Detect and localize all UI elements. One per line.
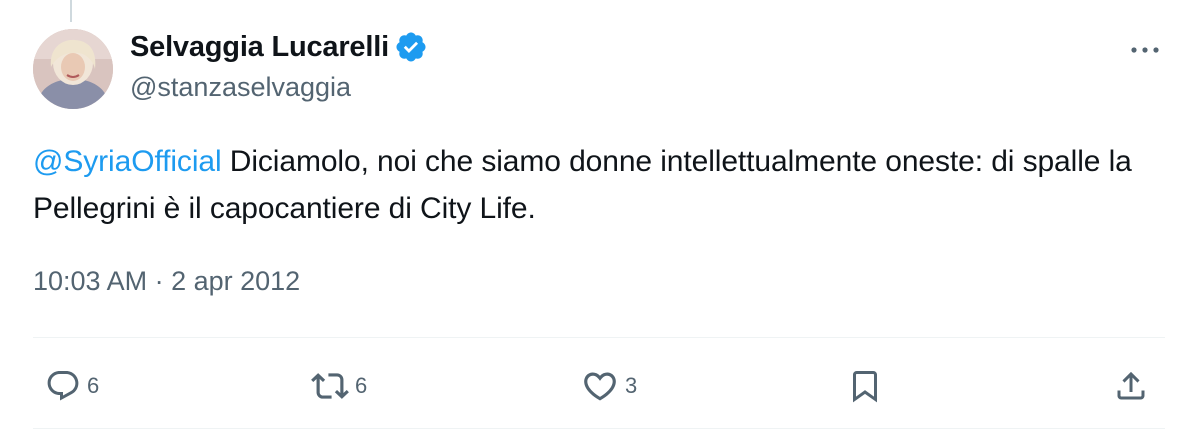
bookmark-icon	[853, 371, 877, 403]
bookmark-button[interactable]	[847, 356, 883, 416]
divider-bottom	[33, 428, 1165, 429]
repost-count: 6	[355, 373, 368, 398]
timestamp-separator: ·	[147, 266, 172, 296]
heart-icon	[584, 372, 616, 401]
divider-top	[33, 337, 1165, 338]
reply-button[interactable]: 6	[45, 356, 99, 416]
action-bar: 6 6 3	[33, 356, 1165, 416]
tweet-timestamp: 10:03 AM · 2 apr 2012	[33, 266, 300, 297]
author-handle[interactable]: @stanzaselvaggia	[130, 72, 351, 103]
verified-badge-icon[interactable]	[394, 30, 428, 64]
share-button[interactable]	[1113, 356, 1149, 416]
like-button[interactable]: 3	[581, 356, 637, 416]
more-dots-icon	[1131, 47, 1159, 53]
like-count: 3	[625, 373, 638, 398]
reply-count: 6	[87, 373, 100, 398]
repost-button[interactable]: 6	[311, 356, 367, 416]
reply-icon	[47, 371, 79, 401]
share-icon	[1117, 371, 1145, 400]
thread-connector-line	[70, 0, 72, 22]
author-display-name[interactable]: Selvaggia Lucarelli	[130, 31, 389, 64]
avatar[interactable]	[33, 29, 113, 109]
author-name-row: Selvaggia Lucarelli	[130, 30, 428, 64]
more-options-button[interactable]	[1128, 36, 1162, 64]
avatar-photo	[33, 29, 113, 109]
timestamp-date-link[interactable]: 2 apr 2012	[171, 266, 300, 296]
tweet-text: @SyriaOfficial Diciamolo, noi che siamo …	[33, 138, 1173, 232]
mention-link[interactable]: @SyriaOfficial	[33, 145, 222, 178]
repost-icon	[311, 373, 349, 399]
timestamp-time-link[interactable]: 10:03 AM	[33, 266, 147, 296]
